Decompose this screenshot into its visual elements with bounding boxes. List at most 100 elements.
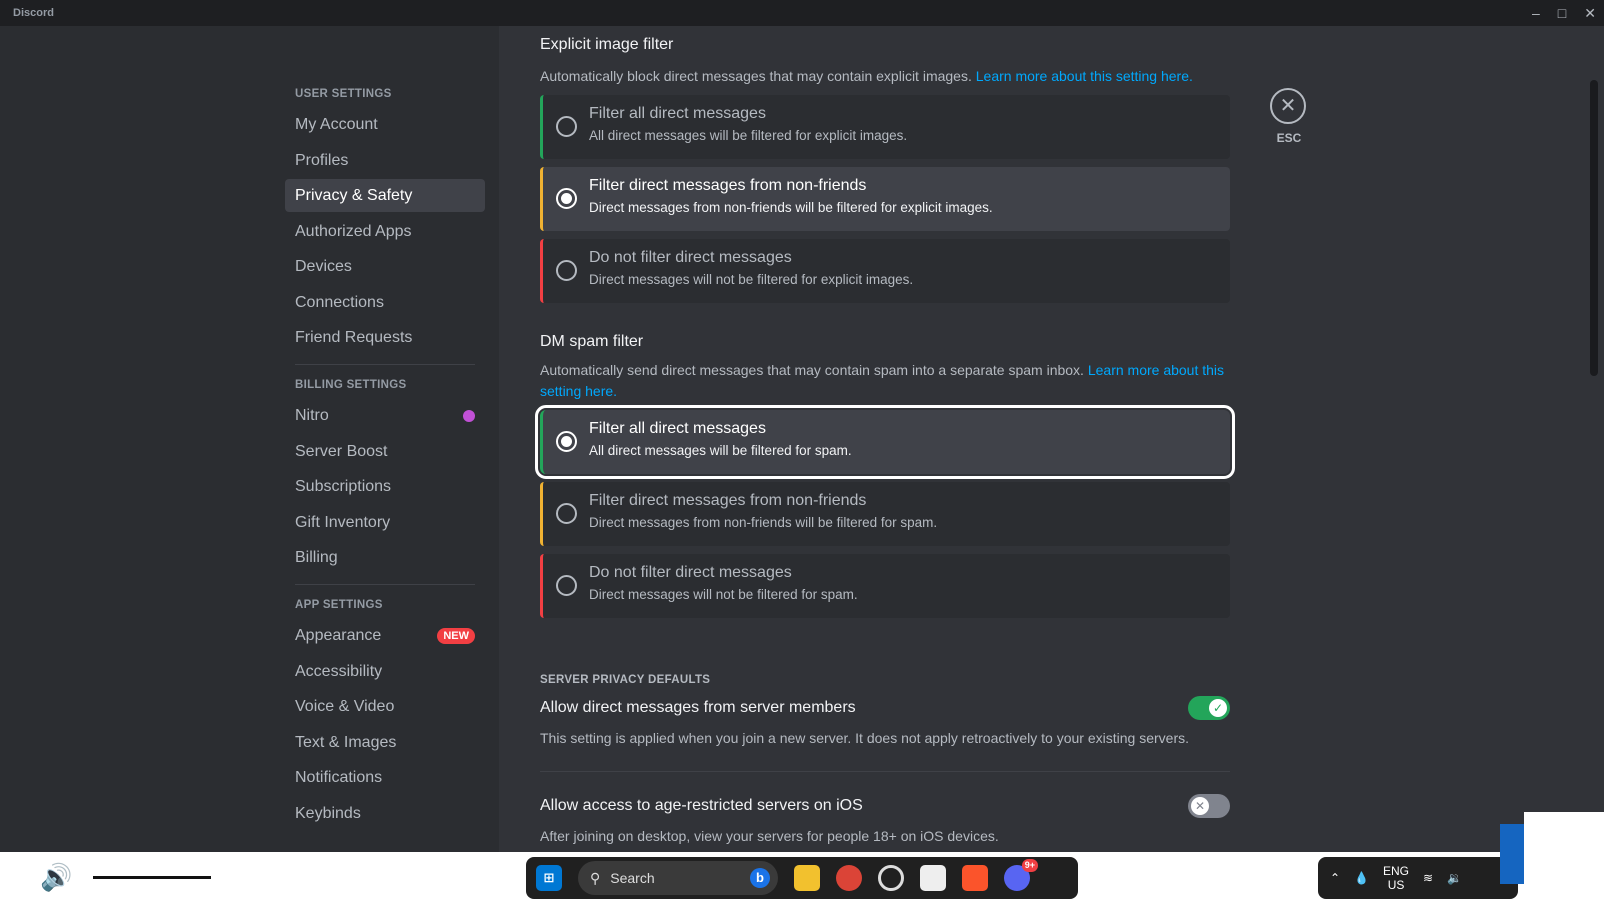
close-icon[interactable]: ✕ [1270,88,1306,124]
sidebar-item-label: Gift Inventory [295,513,391,531]
overlay-box [1524,812,1604,892]
sidebar-item[interactable]: Connections [285,286,485,319]
sidebar-item-label: Voice & Video [295,698,395,715]
option-label: Filter all direct messages [589,105,766,122]
sidebar-item-label: Keybinds [295,804,361,822]
desc-text: Automatically block direct messages that… [540,68,972,84]
sidebar-item-label: Accessibility [295,662,383,680]
discord-icon[interactable]: 9+ [1004,859,1038,891]
app-title: Discord [13,7,54,19]
system-tray: ⌃ 💧 ENG US ≋ 🔉 [1318,857,1518,899]
esc-button[interactable]: ✕ ESC [1270,88,1308,145]
sidebar-item[interactable]: Nitro [285,399,485,432]
option-label: Filter all direct messages [589,420,766,437]
option-label: Do not filter direct messages [589,564,792,581]
sidebar-item[interactable]: Gift Inventory [285,506,485,539]
radio-option[interactable]: Filter all direct messages All direct mes… [535,405,1235,479]
sidebar-item[interactable]: Subscriptions [285,470,485,503]
sidebar-header: USER SETTINGS [295,88,392,100]
sidebar-item-label: Authorized Apps [295,222,412,240]
region: US [1387,878,1405,892]
radio-button[interactable] [556,575,577,596]
option-sub: Direct messages will not be filtered for… [589,272,914,287]
nitro-icon [463,409,475,422]
windows-start-icon[interactable]: ⊞ [536,865,562,891]
file-explorer-icon[interactable] [794,865,820,891]
taskbar-dock: ⊞ ⚲ Search b 9+ [526,857,1078,899]
scrollbar[interactable] [1590,80,1598,376]
setting-label: Allow access to age-restricted servers o… [540,797,863,814]
sidebar-item[interactable]: Keybinds [285,797,485,830]
radio-option[interactable]: Filter direct messages from non-friends D… [540,482,1230,546]
option-sub: Direct messages from non-friends will be… [589,200,993,215]
sidebar-item[interactable]: Privacy & Safety [285,179,485,212]
radio-button[interactable] [556,116,577,137]
radio-option[interactable]: Do not filter direct messages Direct mess… [540,554,1230,618]
sidebar-divider [295,364,475,365]
sidebar-item-label: Server Boost [295,442,388,460]
radio-button[interactable] [556,260,577,281]
setting-desc: This setting is applied when you join a … [540,730,1189,746]
radio-button[interactable] [556,431,577,452]
sidebar-item[interactable]: My Account [285,108,485,141]
esc-label: ESC [1276,131,1302,145]
sidebar-item[interactable]: Profiles [285,144,485,177]
store-icon[interactable] [920,865,946,891]
sidebar-item[interactable]: Devices [285,250,485,283]
volume-icon: 🔊 [40,862,73,892]
option-sub: All direct messages will be filtered for… [589,128,908,143]
toggle-switch[interactable]: ✕ [1188,794,1230,818]
radio-option[interactable]: Filter all direct messages All direct mes… [540,95,1230,159]
maximize-icon[interactable]: □ [1558,5,1566,21]
check-icon: ✓ [1209,699,1227,717]
language-indicator[interactable]: ENG US [1383,864,1409,892]
sidebar-item[interactable]: Appearance NEW [285,619,485,652]
close-icon[interactable]: ✕ [1584,5,1596,22]
toggle-switch[interactable]: ✓ [1188,696,1230,720]
spam-filter-desc: Automatically send direct messages that … [540,360,1230,402]
radio-option[interactable]: Filter direct messages from non-friends D… [540,167,1230,231]
speaker-icon[interactable]: 🔉 [1447,871,1462,885]
option-label: Do not filter direct messages [589,249,792,266]
sidebar-item[interactable]: Billing [285,541,485,574]
option-label: Filter direct messages from non-friends [589,492,867,509]
minimize-icon[interactable]: – [1532,5,1540,21]
sidebar-item-label: Appearance [295,627,382,644]
setting-row: Allow direct messages from server member… [540,696,1230,720]
radio-button[interactable] [556,503,577,524]
sidebar-header: APP SETTINGS [295,599,383,611]
volume-bar [93,876,211,879]
x-icon: ✕ [1191,797,1209,815]
sidebar-item[interactable]: Accessibility [285,655,485,688]
overlay-box [1500,824,1524,884]
sidebar-item-label: Billing [295,549,338,566]
bing-icon[interactable]: b [750,868,770,888]
chrome-icon[interactable] [836,865,862,891]
explicit-filter-desc: Automatically block direct messages that… [540,66,1230,87]
sidebar-item-label: Connections [295,293,384,311]
sidebar-item-label: Devices [295,258,352,275]
taskbar-search[interactable]: ⚲ Search b [578,861,778,895]
radio-option[interactable]: Do not filter direct messages Direct mess… [540,239,1230,303]
sidebar-item[interactable]: Friend Requests [285,321,485,354]
windows-taskbar: 🔊 ⊞ ⚲ Search b 9+ ⌃ 💧 ENG US ≋ 🔉 [0,824,1604,904]
sidebar-item[interactable]: Server Boost [285,435,485,468]
spam-filter-title: DM spam filter [540,333,644,350]
sidebar-item[interactable]: Notifications [285,761,485,794]
brave-icon[interactable] [962,865,988,891]
sidebar-item[interactable]: Authorized Apps [285,215,485,248]
sidebar-item[interactable]: Text & Images [285,726,485,759]
app-icon[interactable] [878,865,904,891]
drop-icon[interactable]: 💧 [1354,871,1369,885]
option-label: Filter direct messages from non-friends [589,177,867,194]
setting-row: Allow access to age-restricted servers o… [540,794,1230,818]
radio-button[interactable] [556,188,577,209]
sidebar-header: BILLING SETTINGS [295,379,407,391]
wifi-icon[interactable]: ≋ [1423,871,1433,885]
notification-badge: 9+ [1021,859,1038,872]
chevron-up-icon[interactable]: ⌃ [1330,871,1340,885]
title-bar: Discord – □ ✕ [0,0,1604,26]
learn-more-link[interactable]: Learn more about this setting here. [976,68,1193,84]
sidebar-item[interactable]: Voice & Video [285,690,485,723]
sidebar-item-label: Nitro [295,407,329,424]
